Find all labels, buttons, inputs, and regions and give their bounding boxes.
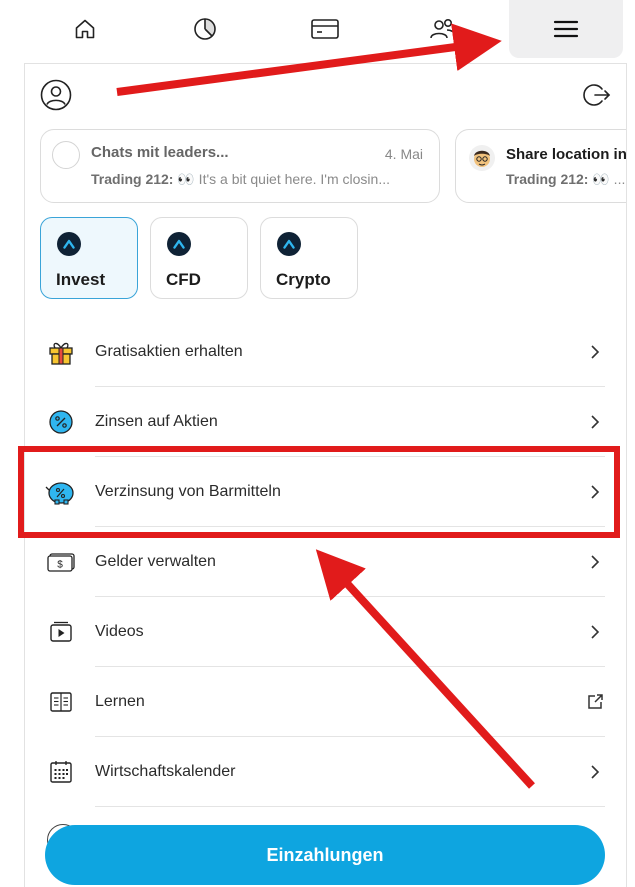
- nav-menu-button[interactable]: [509, 0, 623, 58]
- piggy-bank-icon: [45, 476, 77, 508]
- chat-title: Chats mit leaders...: [91, 144, 229, 161]
- nav-cards-button[interactable]: [300, 0, 350, 58]
- chevron-right-icon: [591, 555, 600, 569]
- user-icon: [40, 79, 72, 111]
- menu-item-label: Wirtschaftskalender: [95, 763, 236, 780]
- chevron-right-icon: [591, 625, 600, 639]
- nav-home-button[interactable]: [60, 0, 110, 58]
- trading212-logo-icon: [57, 232, 81, 256]
- menu-item-label: Zinsen auf Aktien: [95, 413, 218, 430]
- top-navigation: [0, 0, 635, 58]
- menu-item-videos[interactable]: Videos: [25, 597, 626, 667]
- community-icon: [430, 18, 456, 39]
- percent-coin-icon: [45, 406, 77, 438]
- trading212-logo-icon: [277, 232, 301, 256]
- account-cfd-button[interactable]: CFD: [150, 217, 248, 299]
- gift-icon: [45, 336, 77, 368]
- chevron-right-icon: [591, 415, 600, 429]
- svg-text:$: $: [57, 560, 63, 571]
- chat-date: 4. Mai: [384, 146, 423, 162]
- avatar: [469, 145, 495, 171]
- menu-panel: Chats mit leaders... 4. Mai Trading 212:…: [24, 63, 627, 887]
- calendar-icon: [45, 756, 77, 788]
- book-icon: [45, 686, 77, 718]
- logout-button[interactable]: [583, 81, 611, 114]
- chat-title: Share location in: [506, 146, 627, 163]
- chat-avatar-placeholder: [52, 141, 80, 169]
- chevron-right-icon: [591, 485, 600, 499]
- chat-message: Trading 212: 👀 It's a bit quiet here. I'…: [91, 171, 390, 187]
- menu-item-interest-on-shares[interactable]: Zinsen auf Aktien: [25, 387, 626, 457]
- account-label: Invest: [56, 270, 106, 289]
- menu-item-interest-on-cash[interactable]: Verzinsung von Barmitteln: [25, 457, 626, 527]
- chat-card[interactable]: Chats mit leaders... 4. Mai Trading 212:…: [40, 129, 440, 203]
- chevron-right-icon: [591, 765, 600, 779]
- card-icon: [311, 19, 339, 39]
- chat-message: Trading 212: 👀 ...: [506, 171, 626, 187]
- banknote-icon: $: [45, 546, 77, 578]
- menu-item-label: Lernen: [95, 693, 145, 710]
- menu-item-label: Gratisaktien erhalten: [95, 343, 243, 360]
- chevron-right-icon: [591, 345, 600, 359]
- account-label: CFD: [166, 270, 201, 289]
- logout-icon: [583, 84, 611, 106]
- hamburger-menu-icon: [553, 20, 579, 38]
- menu-item-learn[interactable]: Lernen: [25, 667, 626, 737]
- menu-item-label: Videos: [95, 623, 144, 640]
- chat-card[interactable]: Share location in Trading 212: 👀 ...: [455, 129, 627, 203]
- memoji-avatar-icon: [474, 150, 490, 167]
- account-crypto-button[interactable]: Crypto: [260, 217, 358, 299]
- menu-item-manage-funds[interactable]: $ Gelder verwalten: [25, 527, 626, 597]
- home-icon: [75, 19, 95, 39]
- profile-button[interactable]: [40, 79, 72, 116]
- account-label: Crypto: [276, 270, 331, 289]
- nav-community-button[interactable]: [418, 0, 468, 58]
- menu-item-label: Verzinsung von Barmitteln: [95, 483, 281, 500]
- external-link-icon: [588, 694, 603, 709]
- deposit-button[interactable]: Einzahlungen: [45, 825, 605, 885]
- menu-item-economic-calendar[interactable]: Wirtschaftskalender: [25, 737, 626, 807]
- pie-chart-icon: [194, 18, 216, 40]
- trading212-logo-icon: [167, 232, 191, 256]
- menu-item-free-shares[interactable]: Gratisaktien erhalten: [25, 317, 626, 387]
- divider: [95, 806, 605, 807]
- menu-item-label: Gelder verwalten: [95, 553, 216, 570]
- video-icon: [45, 616, 77, 648]
- account-invest-button[interactable]: Invest: [40, 217, 138, 299]
- nav-portfolio-button[interactable]: [180, 0, 230, 58]
